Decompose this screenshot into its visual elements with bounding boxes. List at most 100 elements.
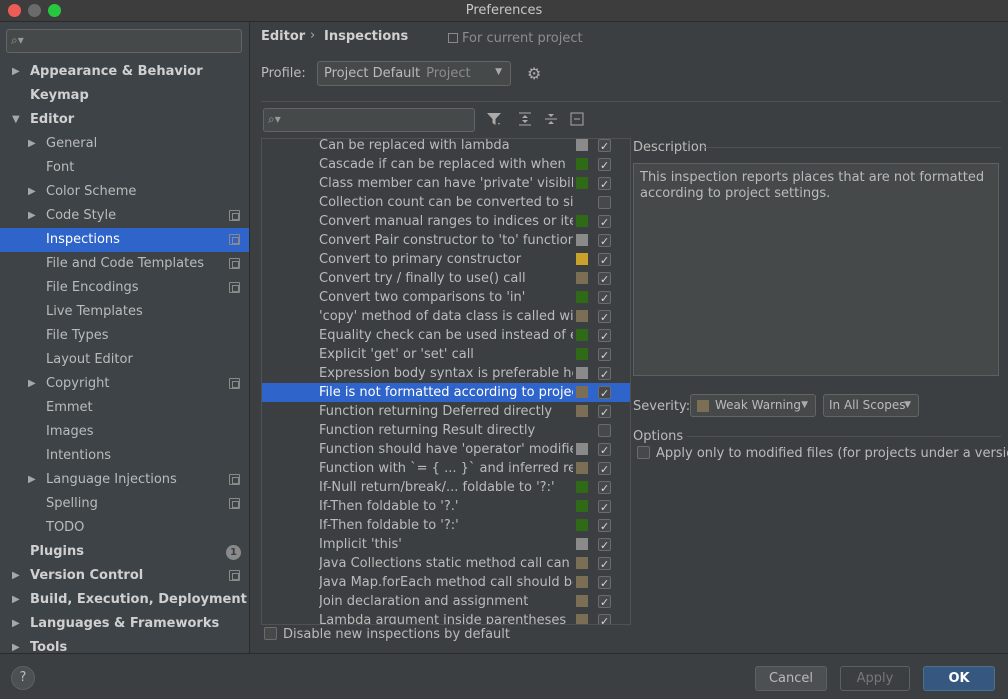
inspection-checkbox[interactable] (598, 555, 611, 574)
inspection-row[interactable]: Convert Pair constructor to 'to' functio… (262, 231, 630, 251)
breadcrumb-editor[interactable]: Editor (261, 29, 305, 44)
inspection-checkbox[interactable] (598, 139, 611, 156)
inspection-checkbox[interactable] (598, 175, 611, 194)
sidebar-item[interactable]: ▶ Language Injections (0, 468, 249, 492)
settings-search-input[interactable]: ⌕▾ (6, 29, 242, 53)
inspection-checkbox[interactable] (598, 460, 611, 479)
apply-button[interactable]: Apply (840, 666, 910, 691)
sidebar-item[interactable]: ▼ Editor (0, 108, 249, 132)
inspection-row[interactable]: File is not formatted according to proje… (262, 383, 630, 403)
inspection-checkbox[interactable] (598, 593, 611, 612)
inspection-row[interactable]: 'copy' method of data class is called wi… (262, 307, 630, 327)
cancel-button[interactable]: Cancel (755, 666, 827, 691)
inspection-checkbox[interactable] (598, 441, 611, 460)
inspection-row[interactable]: Explicit 'get' or 'set' call (262, 345, 630, 365)
inspection-row[interactable]: Can be replaced with lambda (262, 139, 630, 156)
gear-icon[interactable]: ⚙ (527, 64, 541, 83)
inspection-row[interactable]: Class member can have 'private' visibili… (262, 174, 630, 194)
disable-new-inspections-checkbox[interactable]: Disable new inspections by default (264, 627, 510, 642)
sidebar-item[interactable]: File Types (0, 324, 249, 348)
sidebar-item[interactable]: ▶ Appearance & Behavior (0, 60, 249, 84)
inspection-row[interactable]: Function with `= { ... }` and inferred r… (262, 459, 630, 479)
inspection-row[interactable]: Convert manual ranges to indices or iter… (262, 212, 630, 232)
scope-dropdown[interactable]: In All Scopes ▼ (823, 394, 919, 417)
inspection-checkbox[interactable] (598, 327, 611, 346)
inspection-checkbox[interactable] (598, 424, 611, 437)
sidebar-item[interactable]: File and Code Templates (0, 252, 249, 276)
inspection-checkbox[interactable] (598, 251, 611, 270)
sidebar-item[interactable]: Live Templates (0, 300, 249, 324)
inspection-checkbox[interactable] (598, 289, 611, 308)
inspection-row[interactable]: Java Map.forEach method call should be (262, 573, 630, 593)
sidebar-item[interactable]: Plugins 1 (0, 540, 249, 564)
checkbox[interactable] (264, 627, 277, 640)
sidebar-item[interactable]: Spelling (0, 492, 249, 516)
chevron-right-icon[interactable]: ▶ (12, 588, 20, 612)
inspection-row[interactable]: Java Collections static method call can … (262, 554, 630, 574)
inspection-checkbox[interactable] (598, 196, 611, 209)
inspection-row[interactable]: Convert two comparisons to 'in' (262, 288, 630, 308)
chevron-right-icon[interactable]: ▶ (12, 636, 20, 653)
severity-dropdown[interactable]: Weak Warning ▼ (690, 394, 816, 417)
inspection-row[interactable]: Convert try / finally to use() call (262, 269, 630, 289)
chevron-right-icon[interactable]: ▶ (28, 468, 36, 492)
ok-button[interactable]: OK (923, 666, 995, 691)
sidebar-item[interactable]: ▶ Build, Execution, Deployment (0, 588, 249, 612)
inspection-checkbox[interactable] (598, 517, 611, 536)
inspection-checkbox[interactable] (598, 156, 611, 175)
chevron-right-icon[interactable]: ▶ (28, 132, 36, 156)
apply-only-modified-checkbox[interactable]: Apply only to modified files (for projec… (637, 446, 1008, 461)
inspection-row[interactable]: Join declaration and assignment (262, 592, 630, 612)
inspection-checkbox[interactable] (598, 612, 611, 624)
inspection-row[interactable]: Implicit 'this' (262, 535, 630, 555)
chevron-right-icon[interactable]: ▶ (12, 564, 20, 588)
inspection-row[interactable]: If-Then foldable to '?.' (262, 497, 630, 517)
sidebar-item[interactable]: ▶ General (0, 132, 249, 156)
sidebar-item[interactable]: ▶ Code Style (0, 204, 249, 228)
inspection-row[interactable]: Function should have 'operator' modifier (262, 440, 630, 460)
chevron-right-icon[interactable]: ▶ (12, 60, 20, 84)
inspection-row[interactable]: If-Null return/break/... foldable to '?:… (262, 478, 630, 498)
sidebar-item[interactable]: ▶ Color Scheme (0, 180, 249, 204)
sidebar-item[interactable]: Font (0, 156, 249, 180)
inspection-row[interactable]: Function returning Deferred directly (262, 402, 630, 422)
inspection-checkbox[interactable] (598, 384, 611, 403)
help-button[interactable]: ? (11, 666, 35, 690)
sidebar-item[interactable]: Keymap (0, 84, 249, 108)
chevron-right-icon[interactable]: ▶ (28, 204, 36, 228)
inspection-row[interactable]: Equality check can be used instead of el… (262, 326, 630, 346)
sidebar-item[interactable]: ▶ Version Control (0, 564, 249, 588)
inspection-checkbox[interactable] (598, 270, 611, 289)
inspection-list[interactable]: Can be replaced with lambda Cascade if ca… (261, 138, 631, 625)
inspection-row[interactable]: Lambda argument inside parentheses (262, 611, 630, 624)
chevron-right-icon[interactable]: ▶ (28, 180, 36, 204)
chevron-right-icon[interactable]: ▶ (12, 612, 20, 636)
inspection-row[interactable]: Cascade if can be replaced with when (262, 155, 630, 175)
chevron-right-icon[interactable]: ▶ (28, 372, 36, 396)
sidebar-item[interactable]: TODO (0, 516, 249, 540)
sidebar-item[interactable]: Inspections (0, 228, 249, 252)
sidebar-item[interactable]: Layout Editor (0, 348, 249, 372)
inspection-row[interactable]: Collection count can be converted to siz… (262, 193, 630, 212)
reset-icon[interactable] (569, 111, 585, 127)
inspection-checkbox[interactable] (598, 498, 611, 517)
sidebar-item[interactable]: ▶ Languages & Frameworks (0, 612, 249, 636)
inspection-checkbox[interactable] (598, 308, 611, 327)
sidebar-item[interactable]: ▶ Copyright (0, 372, 249, 396)
inspection-checkbox[interactable] (598, 479, 611, 498)
sidebar-item[interactable]: Images (0, 420, 249, 444)
sidebar-item[interactable]: ▶ Tools (0, 636, 249, 653)
checkbox[interactable] (637, 446, 650, 459)
inspection-row[interactable]: Expression body syntax is preferable her… (262, 364, 630, 384)
inspection-checkbox[interactable] (598, 403, 611, 422)
filter-icon[interactable] (486, 111, 502, 127)
inspection-search-input[interactable]: ⌕▾ (263, 108, 475, 132)
inspection-row[interactable]: Convert to primary constructor (262, 250, 630, 270)
inspection-checkbox[interactable] (598, 232, 611, 251)
inspection-checkbox[interactable] (598, 346, 611, 365)
inspection-checkbox[interactable] (598, 536, 611, 555)
inspection-checkbox[interactable] (598, 365, 611, 384)
sidebar-item[interactable]: File Encodings (0, 276, 249, 300)
expand-all-icon[interactable] (517, 111, 533, 127)
collapse-all-icon[interactable] (543, 111, 559, 127)
